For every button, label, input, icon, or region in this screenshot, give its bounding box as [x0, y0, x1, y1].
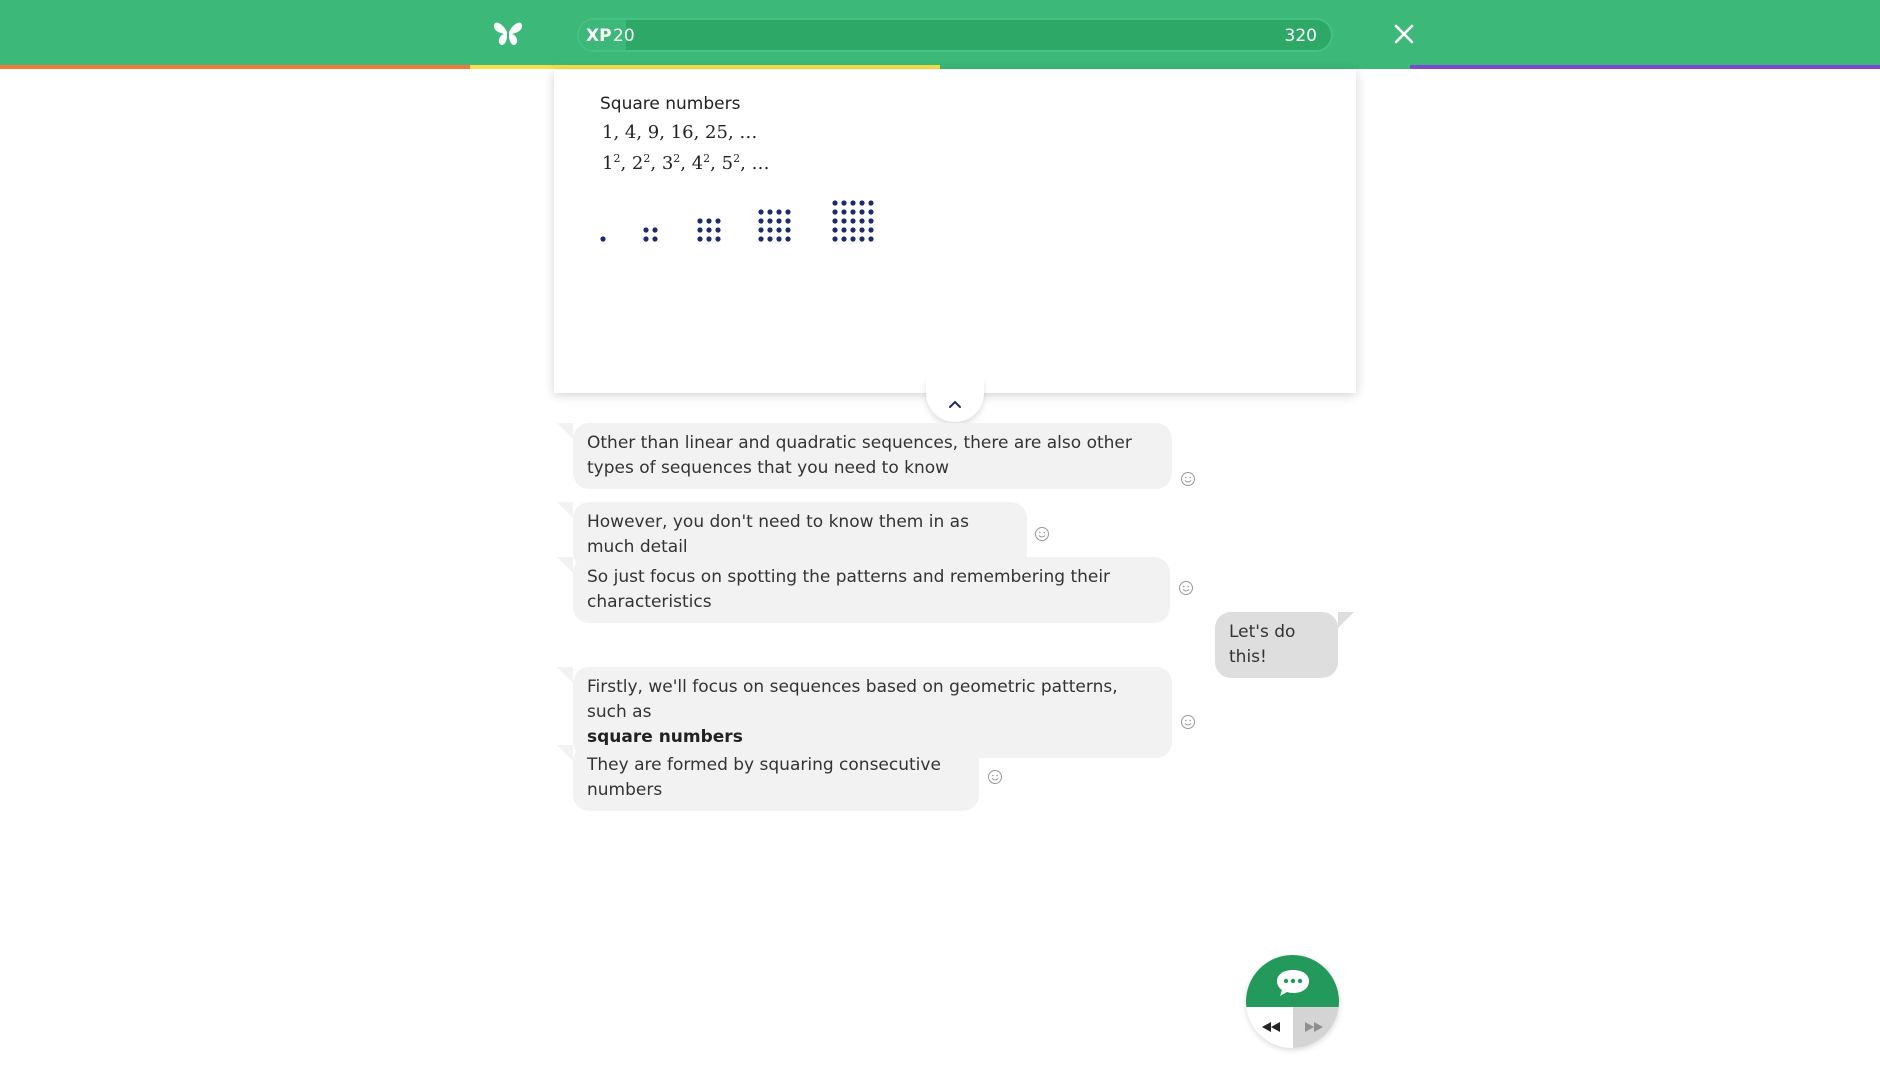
square-dot [706, 227, 712, 233]
square-dot [785, 218, 791, 224]
square-dot [758, 218, 764, 224]
square-dot [715, 227, 721, 233]
square-dot [776, 218, 782, 224]
stripe-yellow [470, 65, 940, 69]
smiley-icon[interactable] [1180, 714, 1196, 730]
chevron-up-icon [949, 400, 961, 408]
square-dot [785, 209, 791, 215]
square-dot [767, 227, 773, 233]
stripe-green [940, 65, 1410, 69]
square-dot [758, 227, 764, 233]
collapse-card-button[interactable] [926, 378, 984, 422]
square-dot [832, 200, 838, 206]
fast-forward-icon [1305, 1022, 1323, 1032]
square-dot [859, 236, 865, 242]
square-dot [697, 218, 703, 224]
square-dot [706, 236, 712, 242]
message-text: Other than linear and quadratic sequence… [587, 433, 1132, 478]
square-dot [652, 236, 658, 242]
square-dot [776, 209, 782, 215]
square-dot [758, 236, 764, 242]
square-dot [697, 236, 703, 242]
square-dot [776, 227, 782, 233]
square-dot [776, 236, 782, 242]
square-dot [859, 200, 865, 206]
smiley-icon[interactable] [1178, 580, 1194, 596]
square-dot [850, 200, 856, 206]
message-text: However, you don't need to know them in … [587, 512, 969, 557]
chat-bubble-icon [1277, 970, 1309, 996]
square-dot [850, 227, 856, 233]
square-dot [868, 200, 874, 206]
xp-max: 320 [1284, 26, 1317, 46]
square-dot [767, 236, 773, 242]
message-text: Firstly, we'll focus on sequences based … [587, 677, 1118, 722]
xp-label: XP [586, 26, 612, 46]
smiley-icon[interactable] [1180, 471, 1196, 487]
xp-progress-bar: XP 20 320 [577, 18, 1333, 52]
square-dot [850, 236, 856, 242]
square-dot [850, 209, 856, 215]
square-dot [643, 227, 649, 233]
stripe-orange [0, 65, 470, 69]
square-dot [652, 227, 658, 233]
lesson-card: Square numbers 1, 4, 9, 16, 25, … 12, 22… [554, 70, 1356, 393]
square-dot [868, 236, 874, 242]
square-dot [841, 209, 847, 215]
dot-grids [600, 200, 874, 242]
square-dot [697, 227, 703, 233]
message-text: So just focus on spotting the patterns a… [587, 567, 1111, 612]
square-dot [832, 236, 838, 242]
square-dot [706, 218, 712, 224]
square-dot [868, 218, 874, 224]
square-dot [600, 236, 606, 242]
square-dot [868, 227, 874, 233]
close-icon[interactable] [1392, 22, 1416, 46]
chat-message: Other than linear and quadratic sequence… [557, 423, 1172, 489]
square-dot [832, 209, 838, 215]
butterfly-icon [494, 22, 522, 45]
message-text: They are formed by squaring consecutive … [587, 755, 941, 800]
rewind-button[interactable] [1246, 1007, 1293, 1048]
square-dot [859, 227, 865, 233]
smiley-icon[interactable] [1034, 526, 1050, 542]
rewind-icon [1262, 1022, 1280, 1032]
square-dot [859, 218, 865, 224]
square-dot [767, 218, 773, 224]
message-bold-term: square numbers [587, 727, 743, 747]
square-dot [643, 236, 649, 242]
chat-message: They are formed by squaring consecutive … [557, 745, 979, 811]
square-dot [841, 200, 847, 206]
smiley-icon[interactable] [987, 769, 1003, 785]
user-message: Let's do this! [1215, 612, 1354, 678]
square-dot [841, 227, 847, 233]
square-dot [841, 218, 847, 224]
chat-message: So just focus on spotting the patterns a… [557, 557, 1170, 623]
xp-value: 20 [613, 26, 635, 46]
fast-forward-button[interactable] [1293, 1007, 1339, 1048]
square-dot [785, 227, 791, 233]
color-stripes [0, 65, 1880, 69]
stripe-purple [1410, 65, 1880, 69]
square-dot [850, 218, 856, 224]
message-text: Let's do this! [1229, 622, 1296, 667]
square-dot [868, 209, 874, 215]
square-dot [715, 218, 721, 224]
square-dot [841, 236, 847, 242]
top-bar: XP 20 320 [0, 0, 1880, 65]
square-dot [767, 209, 773, 215]
continue-chat-button[interactable] [1246, 955, 1339, 1007]
square-dot [785, 236, 791, 242]
playback-control [1246, 955, 1339, 1048]
square-dot [832, 227, 838, 233]
square-dot [832, 218, 838, 224]
square-dot [715, 236, 721, 242]
square-dot [758, 209, 764, 215]
square-dot [859, 209, 865, 215]
